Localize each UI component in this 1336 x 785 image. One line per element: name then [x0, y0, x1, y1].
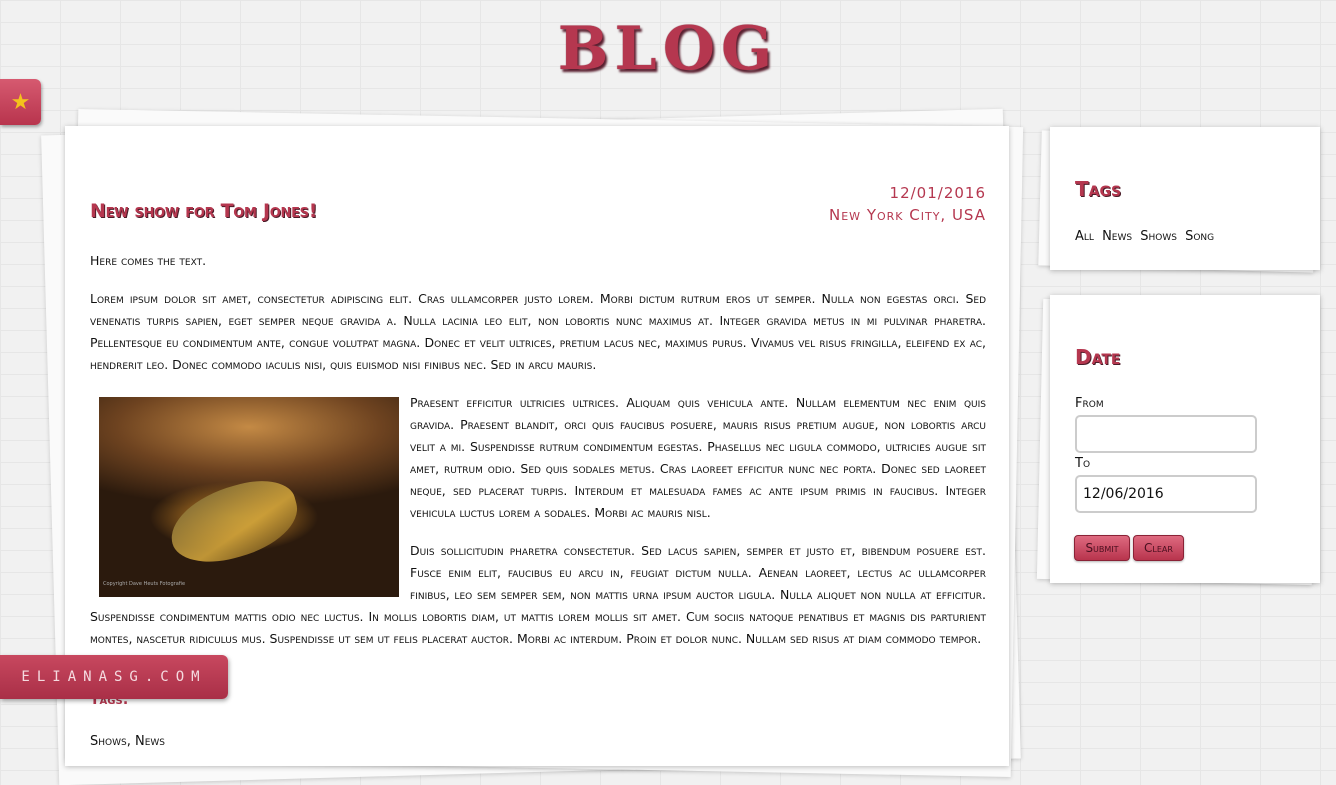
post-location: New York City, USA [829, 206, 986, 224]
favorite-tab[interactable]: ★ [0, 79, 41, 125]
from-date-input[interactable] [1075, 415, 1257, 453]
post-date: 12/01/2016 [889, 184, 986, 202]
tag-link-shows[interactable]: Shows [1140, 229, 1177, 244]
submit-button[interactable]: Submit [1074, 535, 1130, 561]
post-meta: 12/01/2016 New York City, USA [829, 182, 986, 226]
post-body: Here comes the text. Lorem ipsum dolor s… [90, 250, 986, 666]
tag-links: All News Shows Song [1075, 229, 1218, 244]
image-caption: Copyright Dave Heuts Fotografie [103, 581, 186, 587]
tags-widget: Tags All News Shows Song [1050, 127, 1320, 270]
clear-button[interactable]: Clear [1133, 535, 1184, 561]
from-label: From [1075, 396, 1104, 411]
tag-link-song[interactable]: Song [1185, 229, 1214, 244]
leaf-photo [162, 471, 306, 573]
date-widget: Date From To Submit Clear [1050, 295, 1320, 583]
to-label: To [1075, 456, 1091, 471]
site-badge[interactable]: ELIANASG.COM [0, 655, 228, 699]
blog-title: BLOG [557, 14, 779, 84]
tag-link-all[interactable]: All [1075, 229, 1094, 244]
post-paragraph: Lorem ipsum dolor sit amet, consectetur … [90, 291, 986, 372]
to-date-input[interactable] [1075, 475, 1257, 513]
tag-link-news[interactable]: News [1102, 229, 1132, 244]
post-image: Copyright Dave Heuts Fotografie [99, 397, 399, 597]
post-tags[interactable]: Shows, News [90, 734, 165, 749]
date-widget-title: Date [1075, 345, 1121, 369]
star-icon: ★ [10, 89, 31, 115]
tags-widget-title: Tags [1075, 177, 1122, 201]
post-title[interactable]: New show for Tom Jones! [90, 200, 317, 222]
post-intro: Here comes the text. [90, 253, 207, 268]
